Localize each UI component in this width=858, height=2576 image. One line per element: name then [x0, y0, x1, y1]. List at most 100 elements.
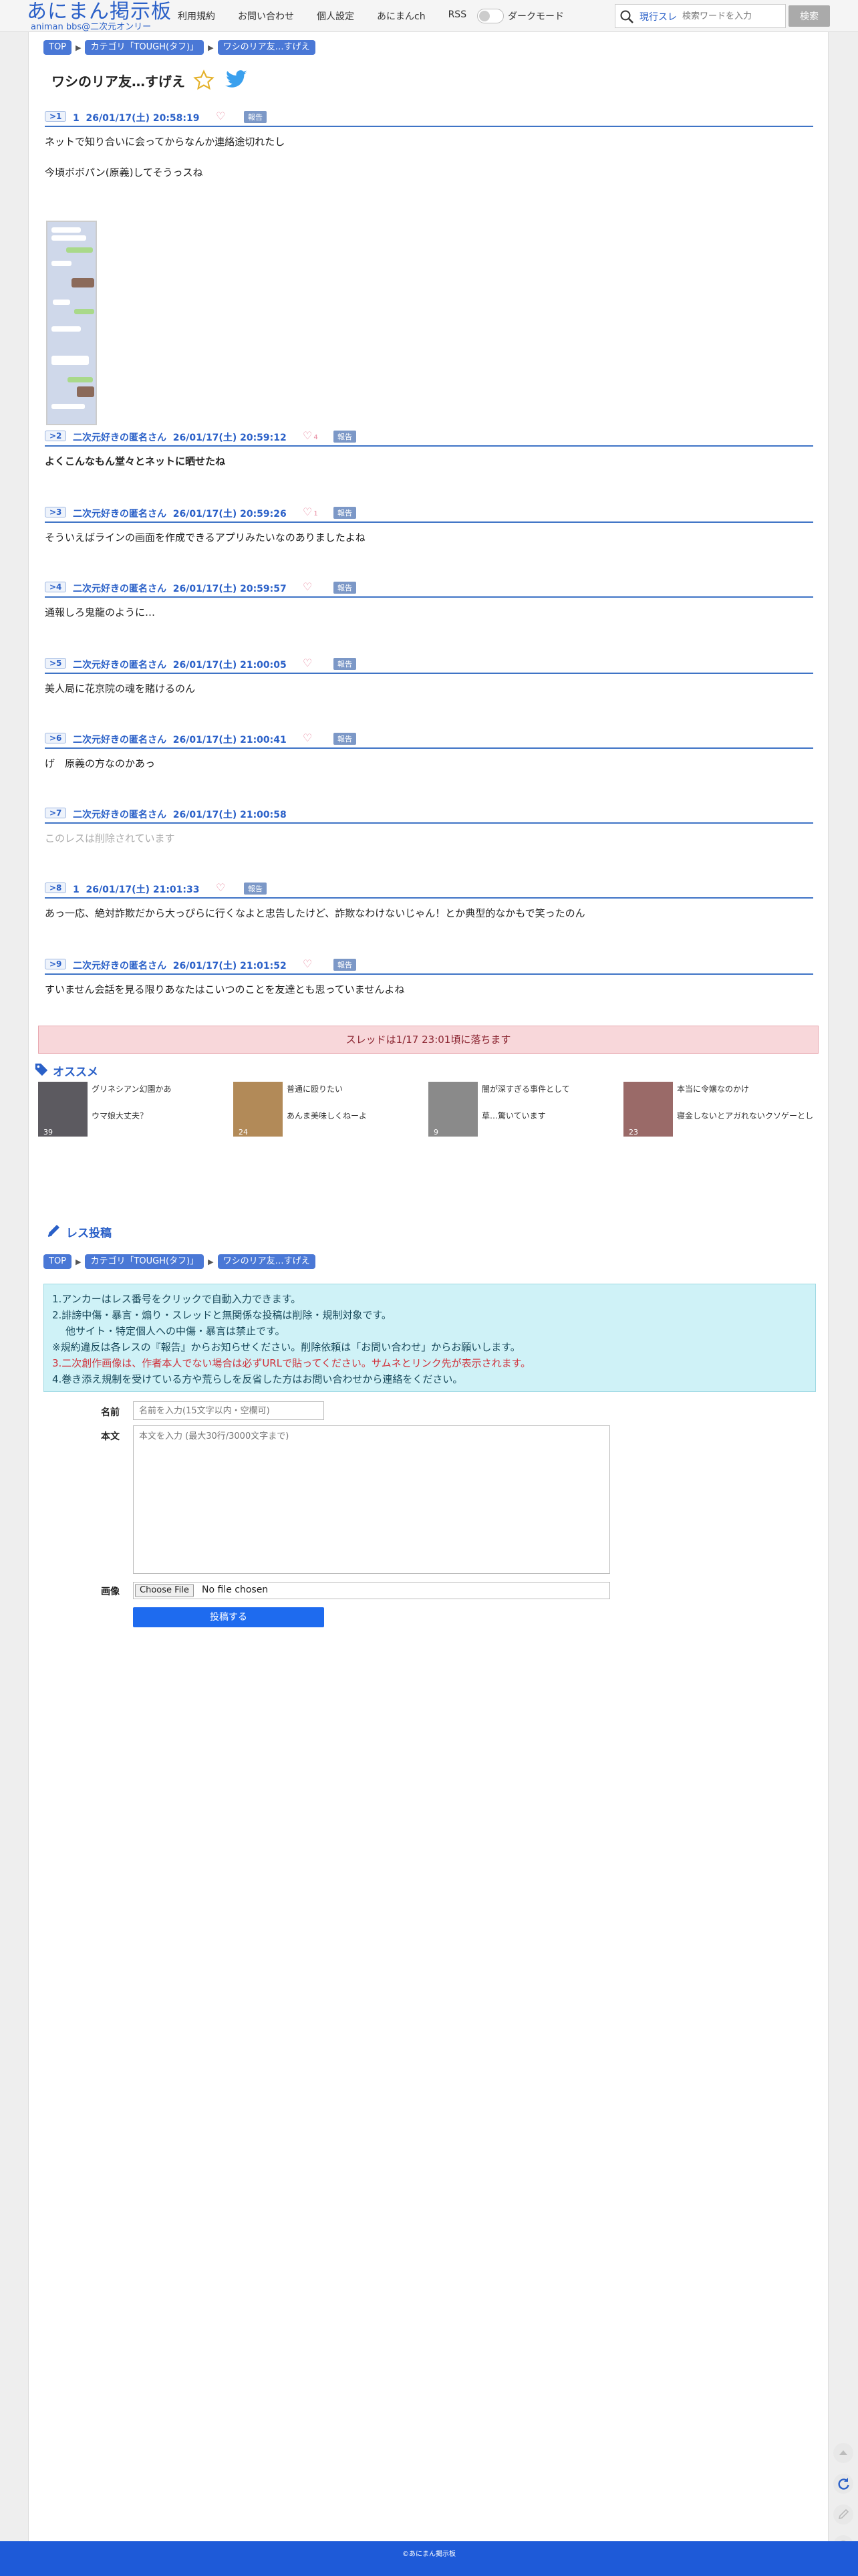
site-logo[interactable]: あにまん掲示板 animan bbs@二次元オンリー — [27, 1, 172, 32]
post-text-line: げ 原義の方なのかあっ — [45, 757, 156, 770]
like-count: 4 — [313, 434, 318, 441]
recommend-item[interactable]: 9 闇が深すぎる事件として 草…驚いています — [428, 1082, 622, 1137]
recommend-item[interactable]: 24 普通に殴りたい あんま美味しくねーよ — [233, 1082, 427, 1137]
recommend-thumbnail[interactable]: 23 — [623, 1082, 673, 1137]
search-button[interactable]: 検索 — [789, 5, 830, 27]
body-textarea[interactable] — [133, 1425, 610, 1574]
post-author-date: 二次元好きの匿名さん 26/01/17(土) 20:59:57 — [73, 582, 287, 595]
comment-count: 23 — [629, 1128, 638, 1137]
post-body: よくこんなもん堂々とネットに晒せたね — [45, 453, 813, 469]
rule-line: ※規約違反は各レスの『報告』からお知らせください。削除依頼は「お問い合わせ」から… — [52, 1341, 521, 1353]
twitter-share-icon[interactable] — [225, 70, 248, 92]
name-input[interactable] — [133, 1401, 324, 1420]
like-heart-icon[interactable]: ♡ 1 — [303, 505, 318, 518]
nav-settings[interactable]: 個人設定 — [317, 9, 354, 23]
breadcrumb-category[interactable]: カテゴリ「TOUGH(タフ)」 — [85, 1254, 204, 1269]
recommend-title-1[interactable]: グリネシアン幻園かあ — [92, 1083, 172, 1094]
breadcrumb-thread[interactable]: ワシのリア友…すげえ — [217, 1254, 315, 1269]
recommend-title-1[interactable]: 本当に令嬢なのかけ — [677, 1083, 749, 1094]
nav-rss[interactable]: RSS — [448, 9, 467, 23]
submit-button[interactable]: 投稿する — [133, 1607, 324, 1627]
post-number[interactable]: >4 — [45, 582, 67, 592]
breadcrumb-separator: ▶ — [76, 1257, 82, 1266]
recommend-item[interactable]: 23 本当に令嬢なのかけ 寝金しないとアガれないクソゲーとし — [623, 1082, 817, 1137]
name-label: 名前 — [101, 1407, 120, 1418]
post-text-line: ネットで知り合いに会ってからなんか連絡途切れたし — [45, 136, 285, 148]
like-heart-icon[interactable]: ♡ — [303, 731, 312, 744]
post-body: げ 原義の方なのかあっ — [45, 755, 813, 772]
like-heart-icon[interactable]: ♡ — [303, 657, 312, 669]
post-number[interactable]: >9 — [45, 959, 67, 969]
posting-rules: 1.アンカーはレス番号をクリックで自動入力できます。 2.誹謗中傷・暴言・煽り・… — [43, 1284, 816, 1392]
recommend-title-2[interactable]: ウマ娘大丈夫？ — [92, 1110, 148, 1121]
post-number[interactable]: >1 — [45, 111, 67, 122]
report-button[interactable]: 報告 — [244, 111, 267, 123]
post-number[interactable]: >2 — [45, 431, 67, 441]
recommend-title-2[interactable]: 寝金しないとアガれないクソゲーとし — [677, 1110, 813, 1121]
like-heart-icon[interactable]: ♡ — [303, 957, 312, 970]
search-input[interactable] — [682, 9, 782, 23]
post-3: >3 二次元好きの匿名さん 26/01/17(土) 20:59:26 ♡ 1 報告… — [45, 505, 813, 546]
like-heart-icon[interactable]: ♡ — [216, 881, 225, 894]
edit-icon[interactable] — [833, 2504, 853, 2525]
post-date: 26/01/17(土) 21:00:05 — [172, 660, 287, 671]
search-mode-select[interactable]: 現行スレ — [639, 10, 677, 23]
breadcrumb-separator: ▶ — [208, 1257, 214, 1266]
post-author-date: 二次元好きの匿名さん 26/01/17(土) 21:01:52 — [73, 959, 287, 972]
post-number[interactable]: >5 — [45, 658, 67, 669]
main-nav: 利用規約 お問い合わせ 個人設定 あにまんch RSS — [178, 9, 466, 23]
post-number[interactable]: >7 — [45, 808, 67, 818]
post-text-line: 美人局に花京院の魂を賭けるのん — [45, 683, 196, 695]
post-author: 二次元好きの匿名さん — [73, 961, 166, 971]
report-button[interactable]: 報告 — [244, 883, 267, 895]
post-number[interactable]: >3 — [45, 507, 67, 517]
search-icon[interactable] — [619, 9, 634, 27]
breadcrumb-top[interactable]: TOP — [43, 40, 72, 55]
post-date: 26/01/17(土) 21:01:33 — [86, 885, 200, 895]
breadcrumb-thread[interactable]: ワシのリア友…すげえ — [217, 40, 315, 55]
report-button[interactable]: 報告 — [333, 507, 356, 519]
post-text-line: 通報しろ鬼龍のように… — [45, 606, 156, 618]
like-count: 1 — [313, 510, 318, 517]
post-image-thumbnail[interactable] — [46, 221, 97, 425]
report-button[interactable]: 報告 — [333, 733, 356, 745]
report-button[interactable]: 報告 — [333, 959, 356, 971]
nav-contact[interactable]: お問い合わせ — [238, 9, 294, 23]
like-heart-icon[interactable]: ♡ 4 — [303, 429, 318, 442]
rule-line: 2.誹謗中傷・暴言・煽り・スレッドと無関係な投稿は削除・規制対象です。 — [52, 1309, 392, 1321]
breadcrumb-top[interactable]: TOP — [43, 1254, 72, 1269]
post-author-date: 1 26/01/17(土) 21:01:33 — [73, 883, 200, 896]
refresh-icon[interactable] — [833, 2474, 853, 2494]
post-author: 二次元好きの匿名さん — [73, 584, 166, 594]
recommend-title-1[interactable]: 闇が深すぎる事件として — [482, 1083, 570, 1094]
post-header: >2 二次元好きの匿名さん 26/01/17(土) 20:59:12 ♡ 4 報告 — [45, 429, 813, 447]
like-heart-icon[interactable]: ♡ — [303, 580, 312, 593]
report-button[interactable]: 報告 — [333, 582, 356, 594]
recommend-thumbnail[interactable]: 24 — [233, 1082, 283, 1137]
post-number[interactable]: >8 — [45, 883, 67, 893]
post-number[interactable]: >6 — [45, 733, 67, 743]
dark-mode-toggle[interactable] — [477, 9, 504, 23]
breadcrumb-separator: ▶ — [76, 43, 82, 52]
deleted-post-text: このレスは削除されています — [45, 832, 175, 844]
post-body: あっ一応、絶対詐欺だから大っぴらに行くなよと忠告したけど、詐欺なわけないじゃん！… — [45, 905, 813, 921]
post-header: >4 二次元好きの匿名さん 26/01/17(土) 20:59:57 ♡ 報告 — [45, 580, 813, 598]
report-button[interactable]: 報告 — [333, 658, 356, 670]
recommend-title-1[interactable]: 普通に殴りたい — [287, 1083, 343, 1094]
recommend-item[interactable]: 39 グリネシアン幻園かあ ウマ娘大丈夫？ — [38, 1082, 232, 1137]
breadcrumb-category[interactable]: カテゴリ「TOUGH(タフ)」 — [85, 40, 204, 55]
recommend-title-2[interactable]: 草…驚いています — [482, 1110, 546, 1121]
like-heart-icon[interactable]: ♡ — [216, 110, 225, 122]
nav-animanch[interactable]: あにまんch — [377, 9, 426, 23]
favorite-star-icon[interactable] — [193, 70, 214, 94]
post-6: >6 二次元好きの匿名さん 26/01/17(土) 21:00:41 ♡ 報告 … — [45, 731, 813, 772]
choose-file-button[interactable]: Choose File — [135, 1584, 194, 1597]
image-file-input[interactable]: Choose File No file chosen — [133, 1582, 610, 1599]
scroll-top-icon[interactable] — [833, 2443, 853, 2463]
recommend-title-2[interactable]: あんま美味しくねーよ — [287, 1110, 367, 1121]
recommend-thumbnail[interactable]: 39 — [38, 1082, 88, 1137]
report-button[interactable]: 報告 — [333, 431, 356, 443]
nav-terms[interactable]: 利用規約 — [178, 9, 215, 23]
post-author: 二次元好きの匿名さん — [73, 660, 166, 671]
recommend-thumbnail[interactable]: 9 — [428, 1082, 478, 1137]
